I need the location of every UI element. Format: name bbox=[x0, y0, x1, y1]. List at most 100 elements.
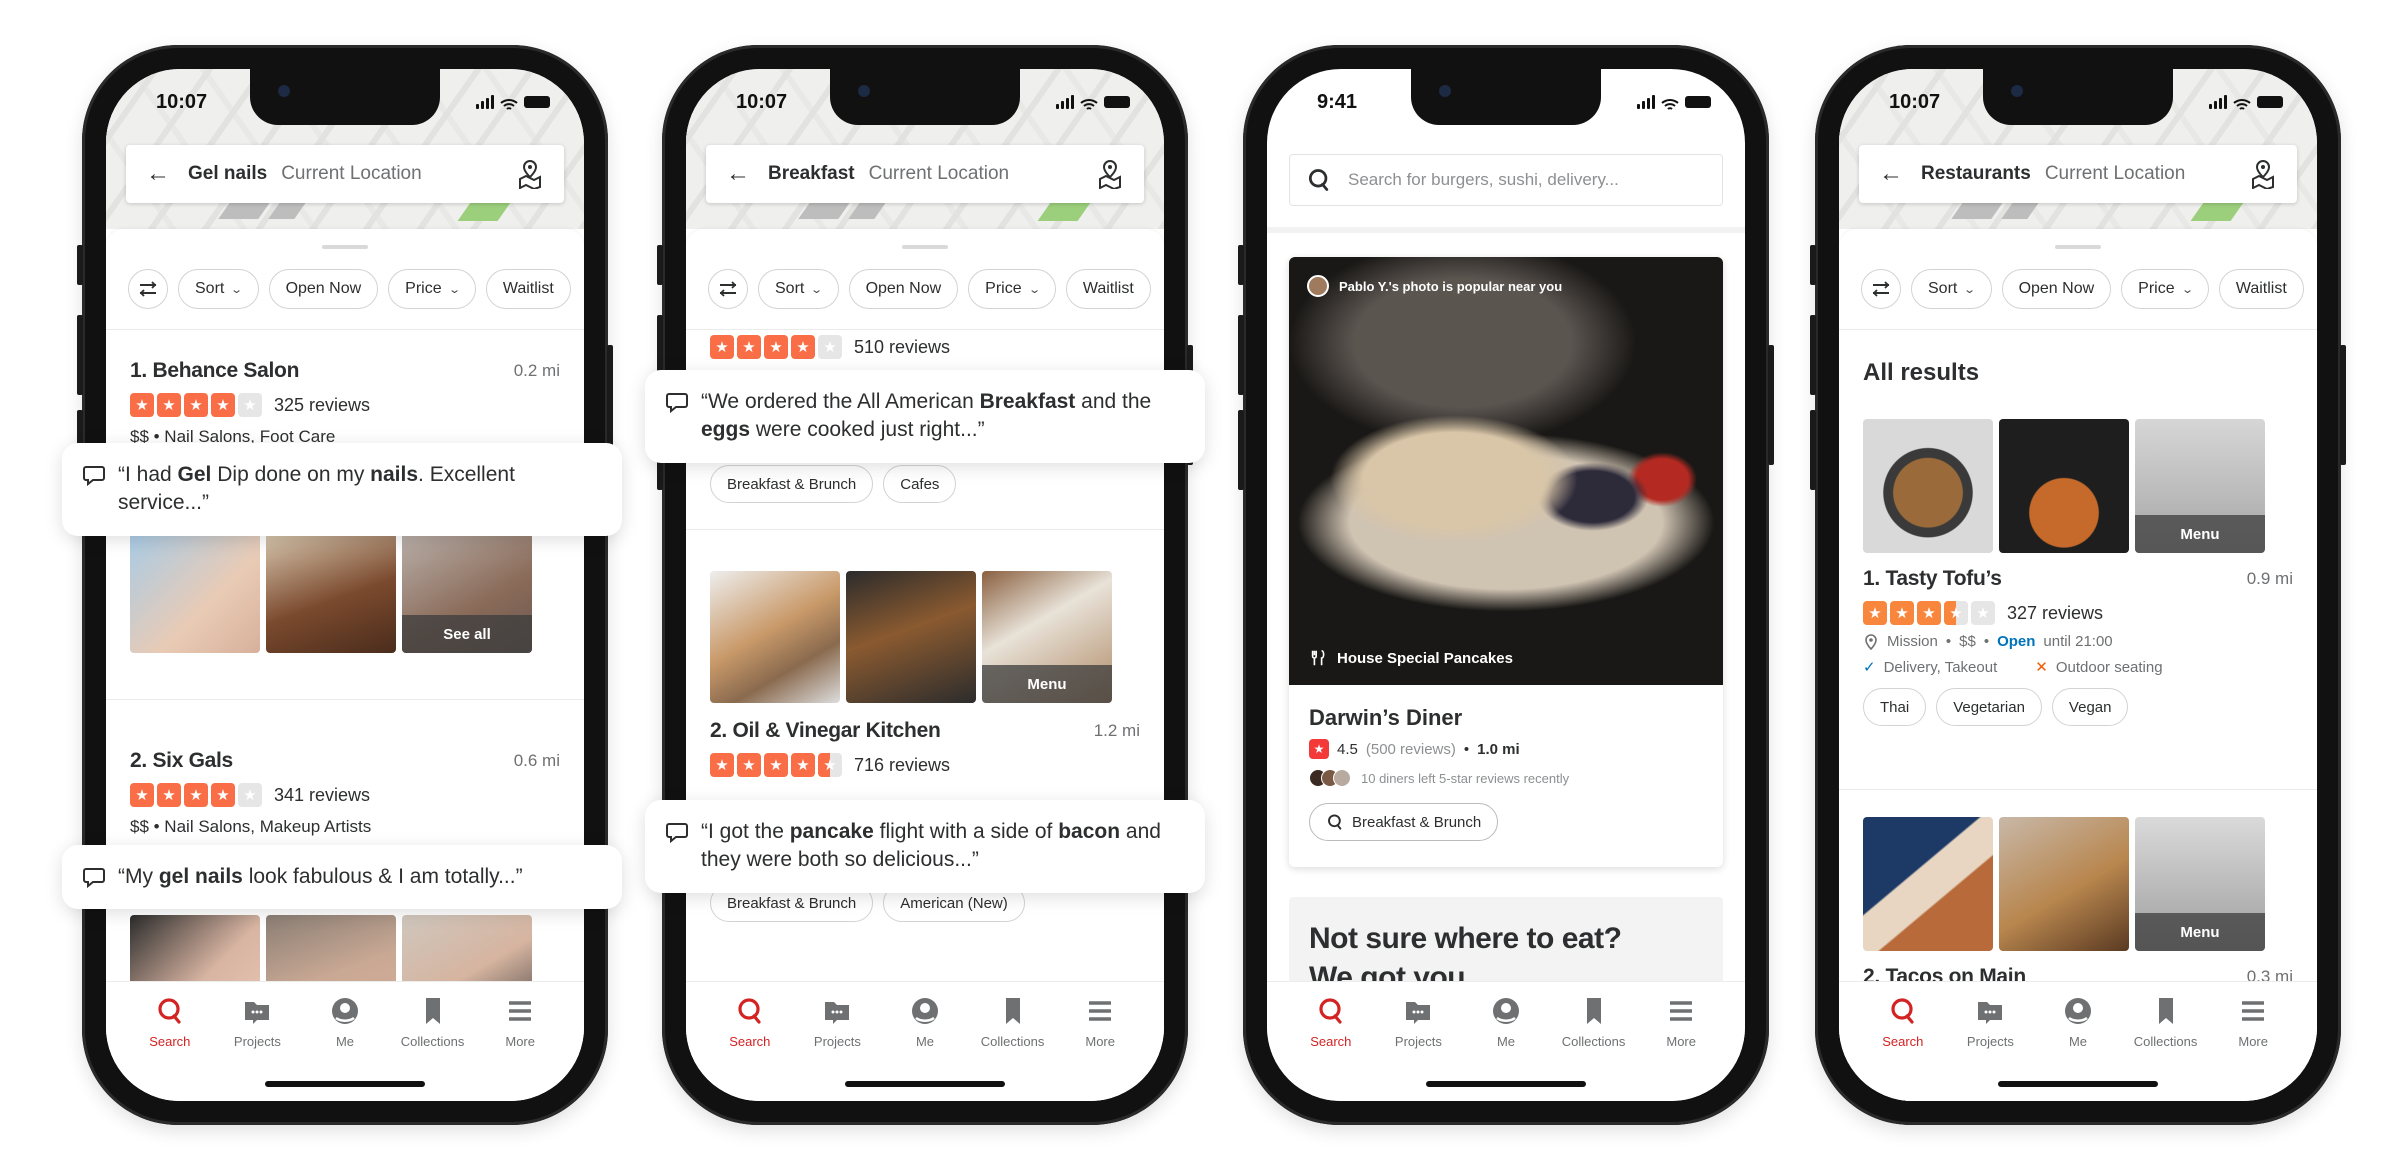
drag-handle[interactable] bbox=[322, 245, 368, 249]
back-arrow-icon[interactable]: ← bbox=[1879, 160, 1907, 188]
photo[interactable] bbox=[1863, 817, 1993, 951]
map-view-icon[interactable] bbox=[1096, 159, 1124, 189]
open-now-filter[interactable]: Open Now bbox=[268, 269, 379, 309]
map-view-icon[interactable] bbox=[2249, 159, 2277, 189]
avatar bbox=[1307, 275, 1329, 297]
review-snippet-text: “I got the pancake flight with a side of… bbox=[701, 820, 1161, 871]
feed-card[interactable]: Pablo Y.'s photo is popular near you Hou… bbox=[1289, 257, 1723, 867]
category-tag[interactable]: Vegetarian bbox=[1936, 688, 2042, 726]
category-tag[interactable]: Cafes bbox=[883, 465, 957, 503]
filters-button[interactable] bbox=[708, 269, 748, 309]
star-icon: ★ bbox=[130, 393, 154, 417]
result-item[interactable]: Menu 1. Tasty Tofu’s 0.9 mi ★ ★ ★ ★ ★ 327 re… bbox=[1863, 419, 2293, 726]
photo[interactable]: See all bbox=[402, 533, 532, 653]
menu-overlay[interactable]: Menu bbox=[2135, 913, 2265, 951]
photo[interactable] bbox=[1999, 419, 2129, 553]
battery-icon bbox=[524, 96, 550, 108]
map-view-icon[interactable] bbox=[516, 159, 544, 189]
waitlist-filter[interactable]: Waitlist bbox=[2218, 269, 2304, 309]
category-tag[interactable]: Breakfast & Brunch bbox=[710, 465, 874, 503]
chevron-down-icon: ⌄ bbox=[2180, 283, 2194, 296]
photo[interactable] bbox=[1999, 817, 2129, 951]
photo[interactable] bbox=[130, 533, 260, 653]
photo[interactable] bbox=[710, 571, 840, 703]
star-rating: ★★★★★ bbox=[1863, 601, 1995, 625]
business-name[interactable]: 2. Six Gals bbox=[130, 749, 233, 773]
tab-search[interactable]: Search bbox=[130, 996, 210, 1101]
waitlist-filter[interactable]: Waitlist bbox=[1065, 269, 1151, 309]
tab-more[interactable]: More bbox=[1641, 996, 1721, 1101]
price-filter[interactable]: Price ⌄ bbox=[2121, 269, 2209, 309]
star-icon: ★ bbox=[1309, 739, 1329, 759]
star-icon: ★ bbox=[737, 753, 761, 777]
star-icon: ★ bbox=[1917, 601, 1941, 625]
star-icon: ★ bbox=[710, 753, 734, 777]
profile-icon bbox=[1491, 996, 1521, 1026]
tab-search[interactable]: Search bbox=[1291, 996, 1371, 1101]
price-filter[interactable]: Price ⌄ bbox=[968, 269, 1056, 309]
drag-handle[interactable] bbox=[902, 245, 948, 249]
tab-more[interactable]: More bbox=[480, 996, 560, 1101]
open-now-filter[interactable]: Open Now bbox=[2001, 269, 2112, 309]
dish-photo[interactable]: Pablo Y.'s photo is popular near you Hou… bbox=[1289, 257, 1723, 685]
category-tag[interactable]: Vegan bbox=[2051, 688, 2129, 726]
home-indicator[interactable] bbox=[265, 1081, 425, 1087]
camera bbox=[1439, 85, 1451, 97]
price-filter[interactable]: Price ⌄ bbox=[388, 269, 476, 309]
category-search-chip[interactable]: Breakfast & Brunch bbox=[1309, 803, 1499, 841]
waitlist-filter[interactable]: Waitlist bbox=[485, 269, 571, 309]
profile-icon bbox=[330, 996, 360, 1026]
tab-search[interactable]: Search bbox=[1863, 996, 1943, 1101]
star-icon: ★ bbox=[184, 783, 208, 807]
result-item[interactable]: Menu 2. Oil & Vinegar Kitchen 1.2 mi ★ ★ ★… bbox=[710, 571, 1140, 777]
filter-bar: Sort ⌄ Open Now Price ⌄ Waitlist bbox=[128, 269, 584, 309]
sort-filter[interactable]: Sort ⌄ bbox=[178, 269, 259, 309]
tab-more[interactable]: More bbox=[1060, 996, 1140, 1101]
photo[interactable]: Menu bbox=[2135, 817, 2265, 951]
tab-label: Search bbox=[1310, 1034, 1352, 1049]
see-all-overlay[interactable]: See all bbox=[402, 615, 532, 653]
home-indicator[interactable] bbox=[1998, 1081, 2158, 1087]
sort-filter[interactable]: Sort ⌄ bbox=[758, 269, 839, 309]
business-name[interactable]: 2. Oil & Vinegar Kitchen bbox=[710, 719, 941, 743]
search-query[interactable]: Breakfast bbox=[768, 163, 855, 185]
photo[interactable] bbox=[1863, 419, 1993, 553]
menu-overlay[interactable]: Menu bbox=[982, 665, 1112, 703]
search-location[interactable]: Current Location bbox=[281, 163, 421, 185]
search-location[interactable]: Current Location bbox=[2045, 163, 2185, 185]
speech-bubble-icon bbox=[665, 390, 689, 414]
open-now-filter[interactable]: Open Now bbox=[848, 269, 959, 309]
home-indicator[interactable] bbox=[845, 1081, 1005, 1087]
search-input[interactable]: Search for burgers, sushi, delivery... bbox=[1289, 154, 1723, 206]
search-query[interactable]: Gel nails bbox=[188, 163, 267, 185]
photo[interactable] bbox=[846, 571, 976, 703]
search-location[interactable]: Current Location bbox=[869, 163, 1009, 185]
photo[interactable]: Menu bbox=[2135, 419, 2265, 553]
sort-filter[interactable]: Sort ⌄ bbox=[1911, 269, 1992, 309]
filters-button[interactable] bbox=[1861, 269, 1901, 309]
search-bar[interactable]: ← Restaurants Current Location bbox=[1859, 145, 2297, 203]
category-tag[interactable]: Thai bbox=[1863, 688, 1927, 726]
tab-search[interactable]: Search bbox=[710, 996, 790, 1101]
business-name[interactable]: 1. Behance Salon bbox=[130, 359, 299, 383]
back-arrow-icon[interactable]: ← bbox=[726, 160, 754, 188]
home-indicator[interactable] bbox=[1426, 1081, 1586, 1087]
menu-overlay[interactable]: Menu bbox=[2135, 515, 2265, 553]
photo[interactable] bbox=[266, 533, 396, 653]
search-query[interactable]: Restaurants bbox=[1921, 163, 2031, 185]
photo[interactable]: Menu bbox=[982, 571, 1112, 703]
tab-more[interactable]: More bbox=[2213, 996, 2293, 1101]
results-sheet: Sort ⌄ Open Now Price ⌄ Waitlist All resul… bbox=[1839, 229, 2317, 1101]
search-bar[interactable]: ← Breakfast Current Location bbox=[706, 145, 1144, 203]
tab-label: Projects bbox=[1394, 1034, 1442, 1049]
business-name[interactable]: 1. Tasty Tofu’s bbox=[1863, 567, 2002, 591]
tab-label: Collections bbox=[2133, 1034, 2198, 1049]
filters-button[interactable] bbox=[128, 269, 168, 309]
back-arrow-icon[interactable]: ← bbox=[146, 160, 174, 188]
result-item[interactable]: ★ ★ ★ ★ ★ 510 reviews bbox=[710, 331, 1140, 365]
search-bar[interactable]: ← Gel nails Current Location bbox=[126, 145, 564, 203]
drag-handle[interactable] bbox=[2055, 245, 2101, 249]
star-rating: ★★★★★ bbox=[130, 393, 262, 417]
camera bbox=[2011, 85, 2023, 97]
business-name[interactable]: Darwin’s Diner bbox=[1309, 705, 1703, 731]
